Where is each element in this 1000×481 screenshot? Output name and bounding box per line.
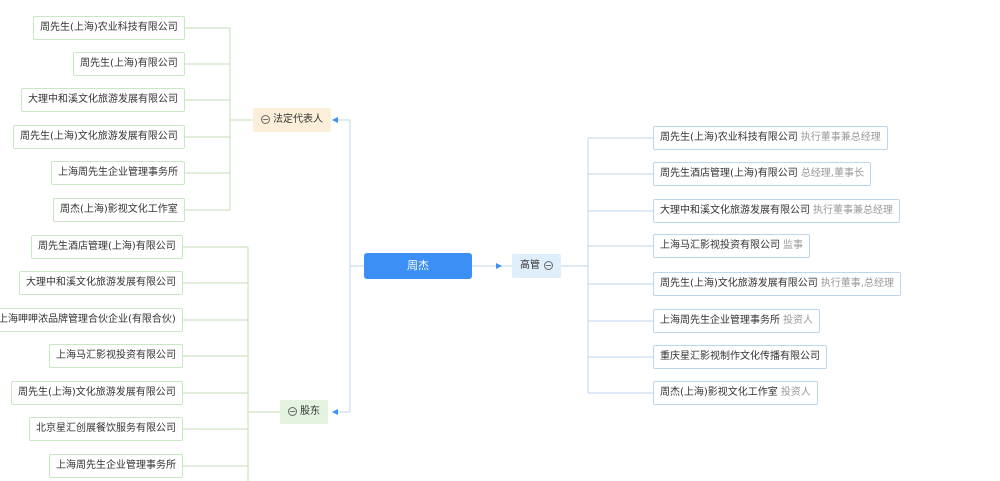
company-name: 周先生(上海)有限公司 — [80, 58, 178, 69]
legal-rep-company-node[interactable]: 上海周先生企业管理事务所 — [51, 161, 185, 185]
role-text: 执行董事兼总经理 — [813, 205, 893, 216]
company-name: 大理中和溪文化旅游发展有限公司 — [660, 205, 810, 216]
executive-company-node[interactable]: 上海周先生企业管理事务所 投资人 — [653, 309, 820, 333]
role-text: 投资人 — [780, 387, 811, 398]
collapse-toggle-icon[interactable]: − — [288, 406, 297, 416]
collapse-toggle-icon[interactable]: − — [544, 260, 553, 270]
company-name: 上海周先生企业管理事务所 — [58, 167, 178, 178]
shareholder-company-node[interactable]: 大理中和溪文化旅游发展有限公司 — [19, 271, 183, 295]
shareholder-company-node[interactable]: 周先生酒店管理(上海)有限公司 — [31, 235, 183, 259]
company-name: 上海马汇影视投资有限公司 — [56, 350, 176, 361]
executive-company-node[interactable]: 周先生(上海)文化旅游发展有限公司 执行董事,总经理 — [653, 272, 901, 296]
company-name: 周杰(上海)影视文化工作室 — [660, 387, 778, 398]
role-text: 执行董事,总经理 — [820, 278, 894, 289]
arrow-head — [496, 263, 502, 269]
shareholder-company-node[interactable]: 上海马汇影视投资有限公司 — [49, 344, 183, 368]
executive-company-node[interactable]: 大理中和溪文化旅游发展有限公司 执行董事兼总经理 — [653, 199, 900, 223]
company-name: 北京星汇创展餐饮服务有限公司 — [36, 423, 176, 434]
company-name: 大理中和溪文化旅游发展有限公司 — [26, 277, 176, 288]
company-name: 上海马汇影视投资有限公司 — [660, 240, 780, 251]
company-name: 周先生酒店管理(上海)有限公司 — [660, 168, 798, 179]
arrow-head — [332, 117, 338, 123]
legal-rep-company-node[interactable]: 周先生(上海)文化旅游发展有限公司 — [13, 125, 185, 149]
company-name: 上海呷呷浓品牌管理合伙企业(有限合伙) — [0, 314, 176, 325]
company-name: 上海周先生企业管理事务所 — [56, 460, 176, 471]
person-root-node[interactable]: 周杰 — [364, 253, 472, 279]
shareholder-company-node[interactable]: 上海呷呷浓品牌管理合伙企业(有限合伙) — [0, 308, 183, 332]
executive-label: 高管 — [520, 260, 540, 271]
legal-rep-company-node[interactable]: 周先生(上海)农业科技有限公司 — [33, 16, 185, 40]
executive-company-node[interactable]: 周杰(上海)影视文化工作室 投资人 — [653, 381, 818, 405]
company-name: 周先生酒店管理(上海)有限公司 — [38, 241, 176, 252]
role-text: 执行董事兼总经理 — [800, 132, 881, 143]
executive-company-node[interactable]: 周先生(上海)农业科技有限公司 执行董事兼总经理 — [653, 126, 888, 150]
company-name: 大理中和溪文化旅游发展有限公司 — [28, 94, 178, 105]
company-name: 上海周先生企业管理事务所 — [660, 315, 780, 326]
legal-rep-company-node[interactable]: 大理中和溪文化旅游发展有限公司 — [21, 88, 185, 112]
company-name: 周先生(上海)文化旅游发展有限公司 — [660, 278, 818, 289]
role-text: 总经理,董事长 — [800, 168, 864, 179]
executive-company-node[interactable]: 周先生酒店管理(上海)有限公司 总经理,董事长 — [653, 162, 871, 186]
shareholder-category[interactable]: − 股东 — [280, 400, 328, 424]
shareholder-company-node[interactable]: 上海周先生企业管理事务所 — [49, 454, 183, 478]
company-name: 周先生(上海)农业科技有限公司 — [660, 132, 798, 143]
shareholder-company-node[interactable]: 北京星汇创展餐饮服务有限公司 — [29, 417, 183, 441]
legal-rep-category[interactable]: − 法定代表人 — [253, 108, 331, 132]
company-name: 周先生(上海)农业科技有限公司 — [40, 22, 178, 33]
executive-company-node[interactable]: 上海马汇影视投资有限公司 监事 — [653, 234, 810, 258]
arrow-head — [332, 409, 338, 415]
legal-rep-company-node[interactable]: 周杰(上海)影视文化工作室 — [53, 198, 185, 222]
company-name: 重庆星汇影视制作文化传播有限公司 — [660, 351, 820, 362]
role-text: 监事 — [783, 240, 803, 251]
executive-company-node[interactable]: 重庆星汇影视制作文化传播有限公司 — [653, 345, 827, 369]
shareholder-label: 股东 — [300, 406, 320, 417]
legal-rep-company-node[interactable]: 周先生(上海)有限公司 — [73, 52, 185, 76]
role-text: 投资人 — [783, 315, 813, 326]
company-name: 周杰(上海)影视文化工作室 — [60, 204, 178, 215]
collapse-toggle-icon[interactable]: − — [261, 114, 270, 124]
legal-rep-label: 法定代表人 — [273, 114, 323, 125]
relationship-map: 周杰 − 法定代表人 − 股东 高管 − 周先生(上海)农业科技有限公司 周先生(上海)… — [0, 0, 1000, 481]
company-name: 周先生(上海)文化旅游发展有限公司 — [20, 131, 178, 142]
shareholder-company-node[interactable]: 周先生(上海)文化旅游发展有限公司 — [11, 381, 183, 405]
company-name: 周先生(上海)文化旅游发展有限公司 — [18, 387, 176, 398]
executive-category[interactable]: 高管 − — [512, 254, 561, 278]
